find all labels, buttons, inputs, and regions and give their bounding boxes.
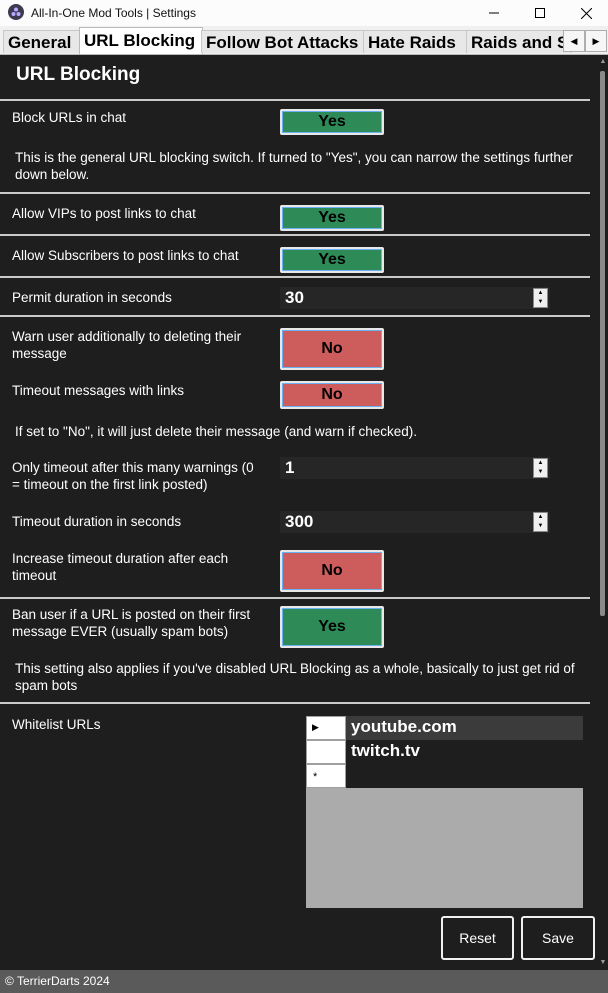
app-icon [8, 4, 24, 20]
whitelist-grid[interactable]: ▶ youtube.com twitch.tv * [306, 716, 583, 908]
spin-down-icon[interactable]: ▼ [534, 468, 547, 477]
save-button[interactable]: Save [521, 916, 595, 960]
timeout-warnings-value: 1 [285, 458, 295, 477]
timeout-warnings-input[interactable]: 1 ▲ ▼ [280, 457, 550, 479]
timeout-duration-label: Timeout duration in seconds [12, 514, 182, 529]
new-row-icon: * [313, 771, 318, 783]
ban-description: This setting also applies if you've disa… [15, 661, 575, 693]
window-title: All-In-One Mod Tools | Settings [31, 6, 196, 20]
scroll-thumb[interactable] [600, 71, 605, 616]
allow-vips-label: Allow VIPs to post links to chat [12, 206, 196, 221]
page-heading: URL Blocking [16, 64, 141, 85]
spin-up-icon[interactable]: ▲ [534, 289, 547, 298]
maximize-button[interactable] [517, 0, 563, 26]
divider [0, 315, 590, 317]
timeout-links-toggle[interactable]: No [280, 381, 384, 409]
spin-down-icon[interactable]: ▼ [534, 298, 547, 307]
tab-hate-raids[interactable]: Hate Raids [363, 30, 468, 53]
minimize-button[interactable] [471, 0, 517, 26]
divider [0, 597, 590, 599]
spin-up-icon[interactable]: ▲ [534, 513, 547, 522]
current-row-icon: ▶ [312, 722, 319, 732]
tab-scroll-right-icon[interactable]: ▶ [585, 30, 607, 52]
whitelist-cell[interactable]: twitch.tv [346, 740, 583, 764]
permit-duration-stepper[interactable]: ▲ ▼ [533, 288, 548, 308]
divider [0, 192, 590, 194]
warn-user-label: Warn user additionally to deleting their… [12, 329, 242, 361]
tab-follow-bot-attacks[interactable]: Follow Bot Attacks [201, 30, 365, 53]
timeout-description: If set to "No", it will just delete thei… [15, 424, 418, 439]
scroll-down-icon[interactable]: ▼ [599, 959, 607, 967]
timeout-duration-stepper[interactable]: ▲ ▼ [533, 512, 548, 532]
grid-row-header[interactable] [306, 740, 346, 764]
allow-vips-toggle[interactable]: Yes [280, 205, 384, 231]
timeout-warnings-stepper[interactable]: ▲ ▼ [533, 458, 548, 478]
spin-up-icon[interactable]: ▲ [534, 459, 547, 468]
timeout-duration-input[interactable]: 300 ▲ ▼ [280, 511, 550, 533]
reset-button[interactable]: Reset [441, 916, 514, 960]
increase-timeout-toggle[interactable]: No [280, 550, 384, 592]
permit-duration-label: Permit duration in seconds [12, 290, 172, 305]
block-urls-toggle[interactable]: Yes [280, 109, 384, 135]
block-urls-description: This is the general URL blocking switch.… [15, 150, 573, 182]
divider [0, 702, 590, 704]
timeout-links-label: Timeout messages with links [12, 383, 185, 398]
tab-bar: General URL Blocking Follow Bot Attacks … [0, 26, 608, 55]
whitelist-new-row[interactable] [346, 764, 583, 788]
allow-subscribers-toggle[interactable]: Yes [280, 247, 384, 273]
grid-row-header[interactable]: * [306, 764, 346, 788]
title-bar: All-In-One Mod Tools | Settings [0, 0, 608, 26]
tab-general[interactable]: General [3, 30, 81, 53]
tab-url-blocking[interactable]: URL Blocking [79, 27, 203, 54]
timeout-warnings-label: Only timeout after this many warnings (0… [12, 460, 254, 492]
increase-timeout-label: Increase timeout duration after each tim… [12, 551, 229, 583]
scroll-up-icon[interactable]: ▲ [599, 58, 607, 66]
tab-raids-and-spam[interactable]: Raids and Spam [466, 30, 572, 53]
divider [0, 234, 590, 236]
close-button[interactable] [563, 0, 608, 26]
spin-down-icon[interactable]: ▼ [534, 522, 547, 531]
tab-scroll-left-icon[interactable]: ◀ [563, 30, 585, 52]
ban-first-message-label: Ban user if a URL is posted on their fir… [12, 607, 251, 639]
ban-first-message-toggle[interactable]: Yes [280, 606, 384, 648]
divider [0, 99, 590, 101]
allow-subscribers-label: Allow Subscribers to post links to chat [12, 248, 239, 263]
permit-duration-input[interactable]: 30 ▲ ▼ [280, 287, 550, 309]
permit-duration-value: 30 [285, 288, 304, 307]
timeout-duration-value: 300 [285, 512, 314, 531]
warn-user-toggle[interactable]: No [280, 328, 384, 370]
whitelist-label: Whitelist URLs [12, 717, 101, 732]
whitelist-cell[interactable]: youtube.com [346, 716, 583, 740]
grid-row-header[interactable]: ▶ [306, 716, 346, 740]
status-bar: © TerrierDarts 2024 [0, 970, 608, 993]
copyright-text: © TerrierDarts 2024 [5, 974, 110, 988]
block-urls-label: Block URLs in chat [12, 110, 127, 125]
divider [0, 276, 590, 278]
vertical-scrollbar[interactable]: ▲ ▼ [598, 55, 608, 970]
